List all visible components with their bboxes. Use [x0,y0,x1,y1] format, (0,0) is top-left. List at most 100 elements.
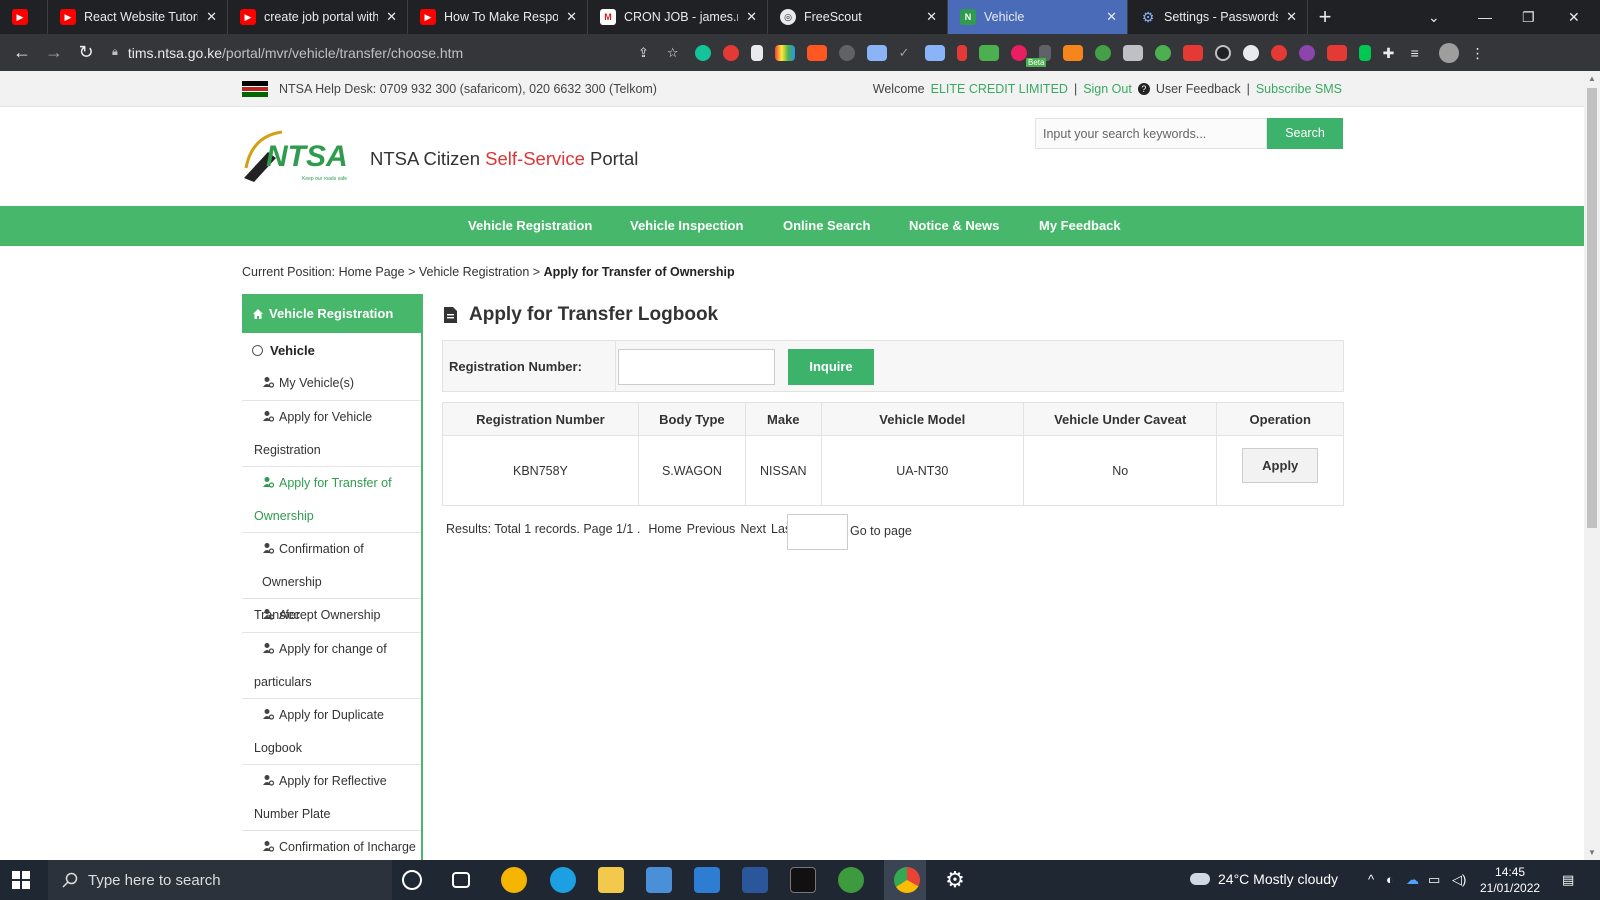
scroll-up-icon[interactable]: ▲ [1587,74,1597,84]
weather-widget[interactable]: 24°C Mostly cloudy [1190,871,1338,887]
address-bar[interactable]: 🔒︎ tims.ntsa.go.ke/portal/mvr/vehicle/tr… [112,39,692,66]
window-close-icon[interactable]: ✕ [1568,0,1580,34]
browser-tab[interactable]: ▶ create job portal with l ✕ [228,0,408,34]
notification-icon[interactable]: ▤ [1562,872,1574,888]
share-icon[interactable]: ⇪ [638,45,649,61]
puzzle-icon[interactable]: ✚ [1383,45,1399,61]
new-tab-button[interactable]: + [1308,0,1342,34]
close-icon[interactable]: ✕ [386,9,397,25]
chrome-icon[interactable] [894,867,920,893]
lock-extension-icon[interactable] [1182,44,1203,61]
more-menu-icon[interactable]: ⋮ [1471,45,1485,61]
close-icon[interactable]: ✕ [206,9,217,25]
registration-number-input[interactable] [618,349,775,385]
taskbar-search-box[interactable]: Type here to search [48,860,392,900]
browser-tab[interactable]: ▶ React Website Tutorial ✕ [48,0,228,34]
sidebar-item-accept-ownership[interactable]: Accept Ownership [242,599,421,633]
store-icon[interactable] [646,867,672,893]
sidebar-item-apply-transfer-ownership[interactable]: Apply for Transfer of Ownership [242,467,421,533]
browser-tab[interactable]: ▶ [0,0,48,34]
refresh-extension-icon[interactable] [1154,44,1171,61]
pager-next-link[interactable]: Next [740,522,766,536]
nav-my-feedback[interactable]: My Feedback [1039,218,1121,233]
globe-app-icon[interactable] [838,867,864,893]
profile-avatar[interactable] [1438,42,1459,63]
user-feedback-link[interactable]: User Feedback [1156,82,1241,96]
restore-icon[interactable]: ❐ [1522,0,1535,34]
clock[interactable]: 14:45 21/01/2022 [1480,864,1540,896]
scrollbar-thumb[interactable] [1587,88,1597,528]
extension-globe-icon[interactable] [1094,44,1111,61]
mail-icon[interactable] [694,867,720,893]
extension-orange-icon[interactable] [806,44,827,61]
task-view-icon[interactable] [452,872,470,888]
settings-gear-icon[interactable]: ⚙ [942,867,968,893]
breadcrumb-home[interactable]: Home Page [339,265,405,279]
react-icon[interactable] [1242,44,1259,61]
reading-list-icon[interactable]: ≡ [1411,45,1427,61]
screenshot-icon[interactable] [924,44,945,61]
windows-start-icon[interactable] [12,871,30,889]
pen-icon[interactable] [956,44,967,61]
sidebar-group-vehicle[interactable]: Vehicle [242,333,421,367]
account-name-link[interactable]: ELITE CREDIT LIMITED [931,82,1068,96]
close-icon[interactable]: ✕ [566,9,577,25]
onedrive-icon[interactable]: ☁ [1406,872,1419,888]
instagram-icon[interactable] [1010,44,1027,61]
close-icon[interactable]: ✕ [926,9,937,25]
nav-vehicle-inspection[interactable]: Vehicle Inspection [630,218,743,233]
extension-shield-icon[interactable] [750,44,763,61]
extension-square-icon[interactable] [1122,44,1143,61]
file-explorer-icon[interactable] [598,867,624,893]
grammarly-icon[interactable] [694,44,711,61]
browser-tab[interactable]: ◎ FreeScout ✕ [768,0,948,34]
beta-extension-icon[interactable] [978,44,999,61]
word-icon[interactable] [742,867,768,893]
wordpress-icon[interactable] [866,44,887,61]
sidebar-item-confirm-ownership-transfer[interactable]: Confirmation of Ownership Transfer [242,533,421,622]
nav-notice-news[interactable]: Notice & News [909,218,999,233]
volume-icon[interactable]: ◁) [1452,872,1466,888]
terminal-icon[interactable] [790,867,816,893]
minimize-icon[interactable]: — [1478,0,1492,34]
scroll-down-icon[interactable]: ▼ [1587,848,1597,858]
go-to-page-label[interactable]: Go to page [850,524,912,538]
site-search-input[interactable] [1035,118,1267,149]
sidebar-item-apply-vehicle-registration[interactable]: Apply for Vehicle Registration [242,401,421,467]
extension-purple-icon[interactable] [1298,44,1315,61]
tray-chevron-icon[interactable]: ^ [1368,872,1374,887]
browser-tab[interactable]: M CRON JOB - james.ndu ✕ [588,0,768,34]
extension-red-icon[interactable] [722,44,739,61]
nav-online-search[interactable]: Online Search [783,218,870,233]
nav-vehicle-registration[interactable]: Vehicle Registration [468,218,592,233]
edge-icon[interactable] [550,867,576,893]
tab-search-icon[interactable]: ⌄ [1428,0,1440,34]
check-icon[interactable]: ✓ [899,45,913,61]
close-icon[interactable]: ✕ [746,9,757,25]
sidebar-header[interactable]: Vehicle Registration [242,294,421,333]
site-search-button[interactable]: Search [1267,118,1343,149]
network-icon[interactable]: ▭ [1428,872,1440,888]
pager-home-link[interactable]: Home [648,522,681,536]
wordpress-gray-icon[interactable] [838,44,855,61]
sidebar-item-duplicate-logbook[interactable]: Apply for Duplicate Logbook [242,699,421,765]
sidebar-item-change-particulars[interactable]: Apply for change of particulars [242,633,421,699]
back-icon[interactable]: ← [6,42,38,63]
browser-tab-active[interactable]: N Vehicle ✕ [948,0,1128,34]
cortana-icon[interactable] [402,870,422,890]
apply-button[interactable]: Apply [1242,448,1319,483]
pager-previous-link[interactable]: Previous [687,522,736,536]
sidebar-item-reflective-number-plate[interactable]: Apply for Reflective Number Plate [242,765,421,831]
color-picker-icon[interactable] [774,44,795,61]
browser-tab[interactable]: ▶ How To Make Respons ✕ [408,0,588,34]
ntsa-logo[interactable]: NTSA Keep our roads safe [242,128,366,184]
metamask-icon[interactable] [1062,44,1083,61]
meet-now-icon[interactable]: ◐ [1386,872,1394,887]
extension-stack-icon[interactable] [1270,44,1287,61]
inquire-button[interactable]: Inquire [788,349,874,385]
sign-out-link[interactable]: Sign Out [1083,82,1132,96]
extension-green-icon[interactable] [1358,44,1371,61]
close-icon[interactable]: ✕ [1286,9,1297,25]
subscribe-sms-link[interactable]: Subscribe SMS [1256,82,1342,96]
bookmark-star-icon[interactable]: ☆ [667,45,679,61]
